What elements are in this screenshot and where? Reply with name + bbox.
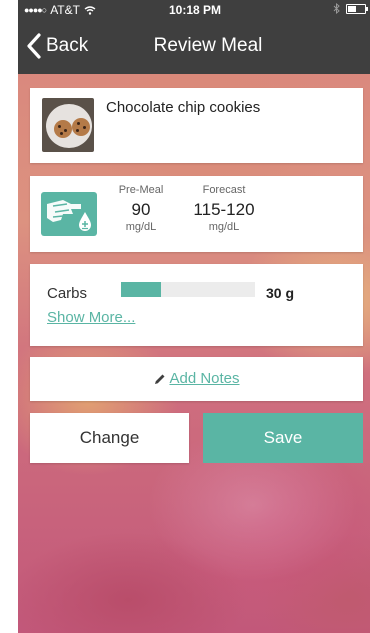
phone-screen: ●●●●○ AT&T 10:18 PM Back Review Meal Cho… (18, 0, 370, 633)
add-notes-label: Add Notes (169, 370, 240, 387)
meal-photo (42, 98, 94, 152)
premeal-unit: mg/dL (125, 221, 157, 233)
glucose-card: Pre-Meal 90 mg/dL Forecast 115-120 mg/dL (30, 176, 363, 252)
plate-graphic (46, 104, 92, 148)
carbs-value: 30 g (266, 285, 295, 301)
show-more-link[interactable]: Show More... (47, 309, 135, 326)
premeal-value: 90 (131, 200, 151, 219)
add-notes-link[interactable]: Add Notes (30, 370, 363, 387)
page-title: Review Meal (153, 35, 263, 56)
back-button[interactable]: Back (26, 32, 88, 60)
cookie-graphic (72, 118, 90, 136)
notes-card: Add Notes (30, 357, 363, 401)
forecast-unit: mg/dL (208, 221, 240, 233)
premeal-label: Pre-Meal (118, 184, 164, 196)
forecast-column: Forecast 115-120 mg/dL (188, 184, 260, 233)
status-time: 10:18 PM (168, 3, 222, 17)
carbs-label: Carbs (47, 285, 88, 302)
carbs-card: Carbs 30 g Show More... (30, 264, 363, 346)
status-right (333, 3, 368, 14)
carbs-progress-fill (121, 282, 162, 297)
forecast-label: Forecast (202, 184, 246, 196)
nav-bar: Back Review Meal (18, 20, 370, 74)
meal-card: Chocolate chip cookies (30, 88, 363, 163)
forecast-value: 115-120 (193, 200, 255, 219)
status-bar: ●●●●○ AT&T 10:18 PM (18, 0, 370, 20)
save-button[interactable]: Save (203, 413, 363, 463)
premeal-column: Pre-Meal 90 mg/dL (110, 184, 172, 233)
back-label: Back (46, 35, 89, 56)
cookie-graphic (54, 120, 72, 138)
meal-name: Chocolate chip cookies (106, 99, 261, 116)
bluetooth-icon (333, 3, 340, 14)
back-chevron-icon (27, 33, 41, 59)
glucose-meter-icon (41, 192, 97, 236)
battery-icon (346, 3, 368, 14)
change-button[interactable]: Change (30, 413, 189, 463)
carbs-progress-bar (121, 282, 255, 297)
pencil-icon (155, 374, 165, 384)
